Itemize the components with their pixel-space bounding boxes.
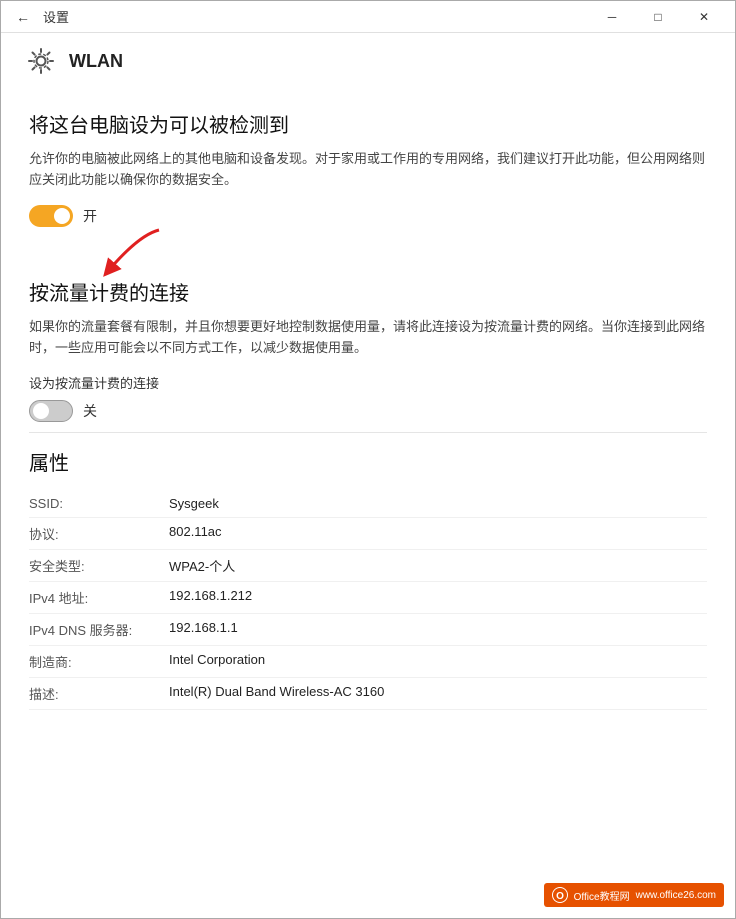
section2-title: 按流量计费的连接 — [29, 277, 707, 306]
prop-row: 安全类型:WPA2-个人 — [29, 550, 707, 582]
page-title: WLAN — [69, 51, 123, 72]
watermark-text: Office教程网 — [574, 888, 630, 903]
back-button[interactable]: ← — [9, 3, 37, 31]
section1-desc: 允许你的电脑被此网络上的其他电脑和设备发现。对于家用或工作用的专用网络，我们建议… — [29, 148, 707, 191]
prop-label: 安全类型: — [29, 556, 169, 575]
wlan-icon — [25, 45, 57, 77]
prop-label: 描述: — [29, 684, 169, 703]
watermark: O Office教程网 www.office26.com — [544, 883, 724, 907]
watermark-subtext: www.office26.com — [636, 890, 716, 901]
prop-row: IPv4 地址:192.168.1.212 — [29, 582, 707, 614]
close-button[interactable]: ✕ — [681, 1, 727, 33]
prop-row: SSID:Sysgeek — [29, 490, 707, 518]
discoverable-toggle-row: 开 — [29, 205, 707, 227]
prop-label: 制造商: — [29, 652, 169, 671]
prop-row: IPv4 DNS 服务器:192.168.1.1 — [29, 614, 707, 646]
titlebar-title: 设置 — [43, 7, 589, 26]
discoverable-toggle[interactable] — [29, 205, 73, 227]
prop-row: 制造商:Intel Corporation — [29, 646, 707, 678]
section2-desc: 如果你的流量套餐有限制，并且你想要更好地控制数据使用量，请将此连接设为按流量计费… — [29, 316, 707, 359]
prop-label: IPv4 DNS 服务器: — [29, 620, 169, 639]
section-divider — [29, 432, 707, 433]
metered-connection-label: 设为按流量计费的连接 — [29, 373, 707, 392]
prop-value: 192.168.1.212 — [169, 588, 707, 603]
prop-value: Intel(R) Dual Band Wireless-AC 3160 — [169, 684, 707, 699]
main-window: ← 设置 ─ □ ✕ WLAN 将这台电脑设为可以被检测到 允许你的电脑被此网络… — [0, 0, 736, 919]
red-arrow-annotation — [89, 225, 179, 285]
prop-value: Intel Corporation — [169, 652, 707, 667]
metered-toggle-row: 关 — [29, 400, 707, 422]
prop-row: 描述:Intel(R) Dual Band Wireless-AC 3160 — [29, 678, 707, 710]
maximize-button[interactable]: □ — [635, 1, 681, 33]
svg-text:O: O — [556, 891, 564, 902]
prop-label: 协议: — [29, 524, 169, 543]
discoverable-toggle-label: 开 — [83, 206, 97, 226]
prop-value: WPA2-个人 — [169, 556, 707, 575]
watermark-icon: O — [552, 887, 568, 903]
section1-title: 将这台电脑设为可以被检测到 — [29, 109, 707, 138]
prop-label: SSID: — [29, 496, 169, 511]
metered-toggle[interactable] — [29, 400, 73, 422]
minimize-button[interactable]: ─ — [589, 1, 635, 33]
page-header: WLAN — [1, 33, 735, 85]
prop-label: IPv4 地址: — [29, 588, 169, 607]
window-controls: ─ □ ✕ — [589, 1, 727, 33]
prop-value: 802.11ac — [169, 524, 707, 539]
titlebar: ← 设置 ─ □ ✕ — [1, 1, 735, 33]
metered-toggle-label: 关 — [83, 401, 97, 421]
prop-row: 协议:802.11ac — [29, 518, 707, 550]
properties-title: 属性 — [29, 447, 707, 476]
properties-table: SSID:Sysgeek协议:802.11ac安全类型:WPA2-个人IPv4 … — [29, 490, 707, 710]
prop-value: Sysgeek — [169, 496, 707, 511]
prop-value: 192.168.1.1 — [169, 620, 707, 635]
content-area[interactable]: 将这台电脑设为可以被检测到 允许你的电脑被此网络上的其他电脑和设备发现。对于家用… — [1, 85, 735, 918]
